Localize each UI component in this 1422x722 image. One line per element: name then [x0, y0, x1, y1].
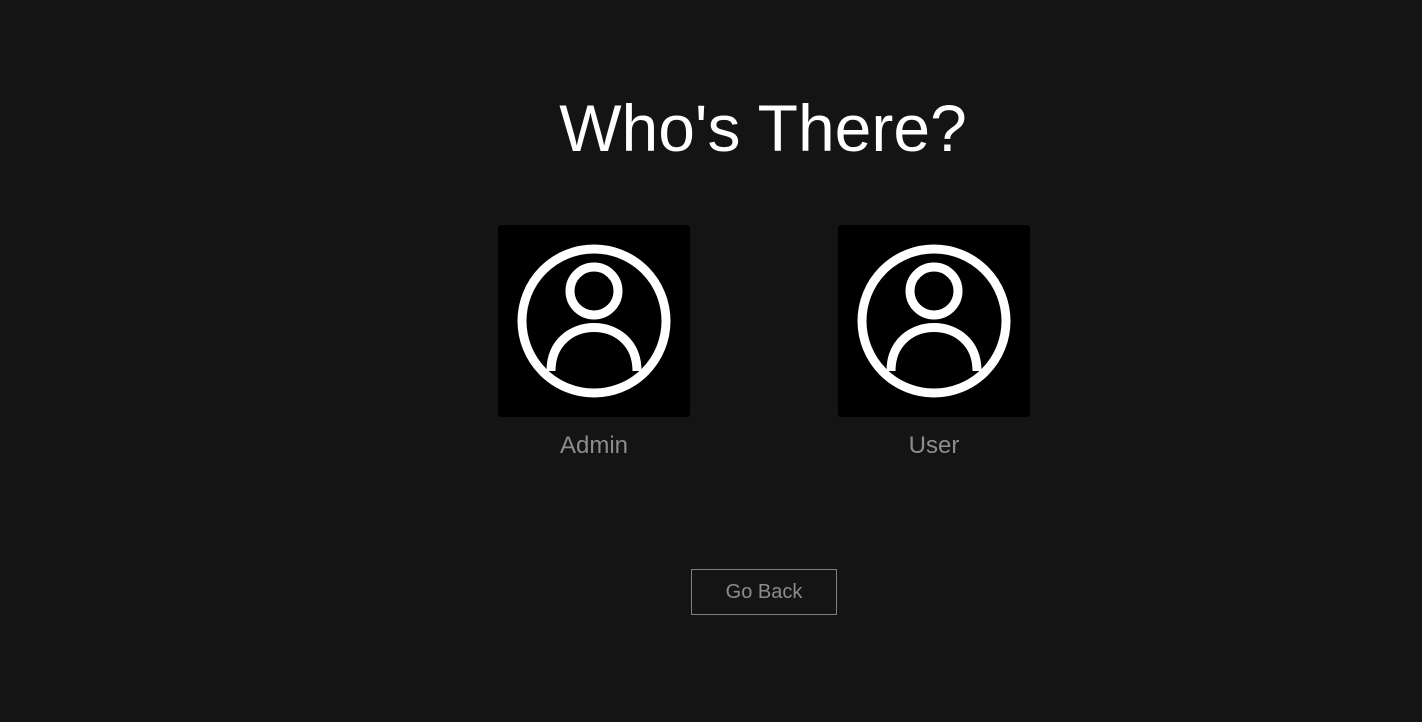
- profile-admin[interactable]: Admin: [498, 225, 690, 460]
- profile-user[interactable]: User: [838, 225, 1030, 460]
- go-back-button[interactable]: Go Back: [691, 569, 837, 615]
- avatar[interactable]: [498, 225, 690, 417]
- profile-name: User: [908, 432, 960, 459]
- page-title: Who's There?: [559, 91, 967, 165]
- avatar[interactable]: [838, 225, 1030, 417]
- user-circle-icon: [857, 244, 1011, 398]
- profile-select-page: Who's There? Admin User Go Back: [0, 0, 1422, 722]
- profile-name: Admin: [559, 432, 629, 459]
- user-circle-icon: [517, 244, 671, 398]
